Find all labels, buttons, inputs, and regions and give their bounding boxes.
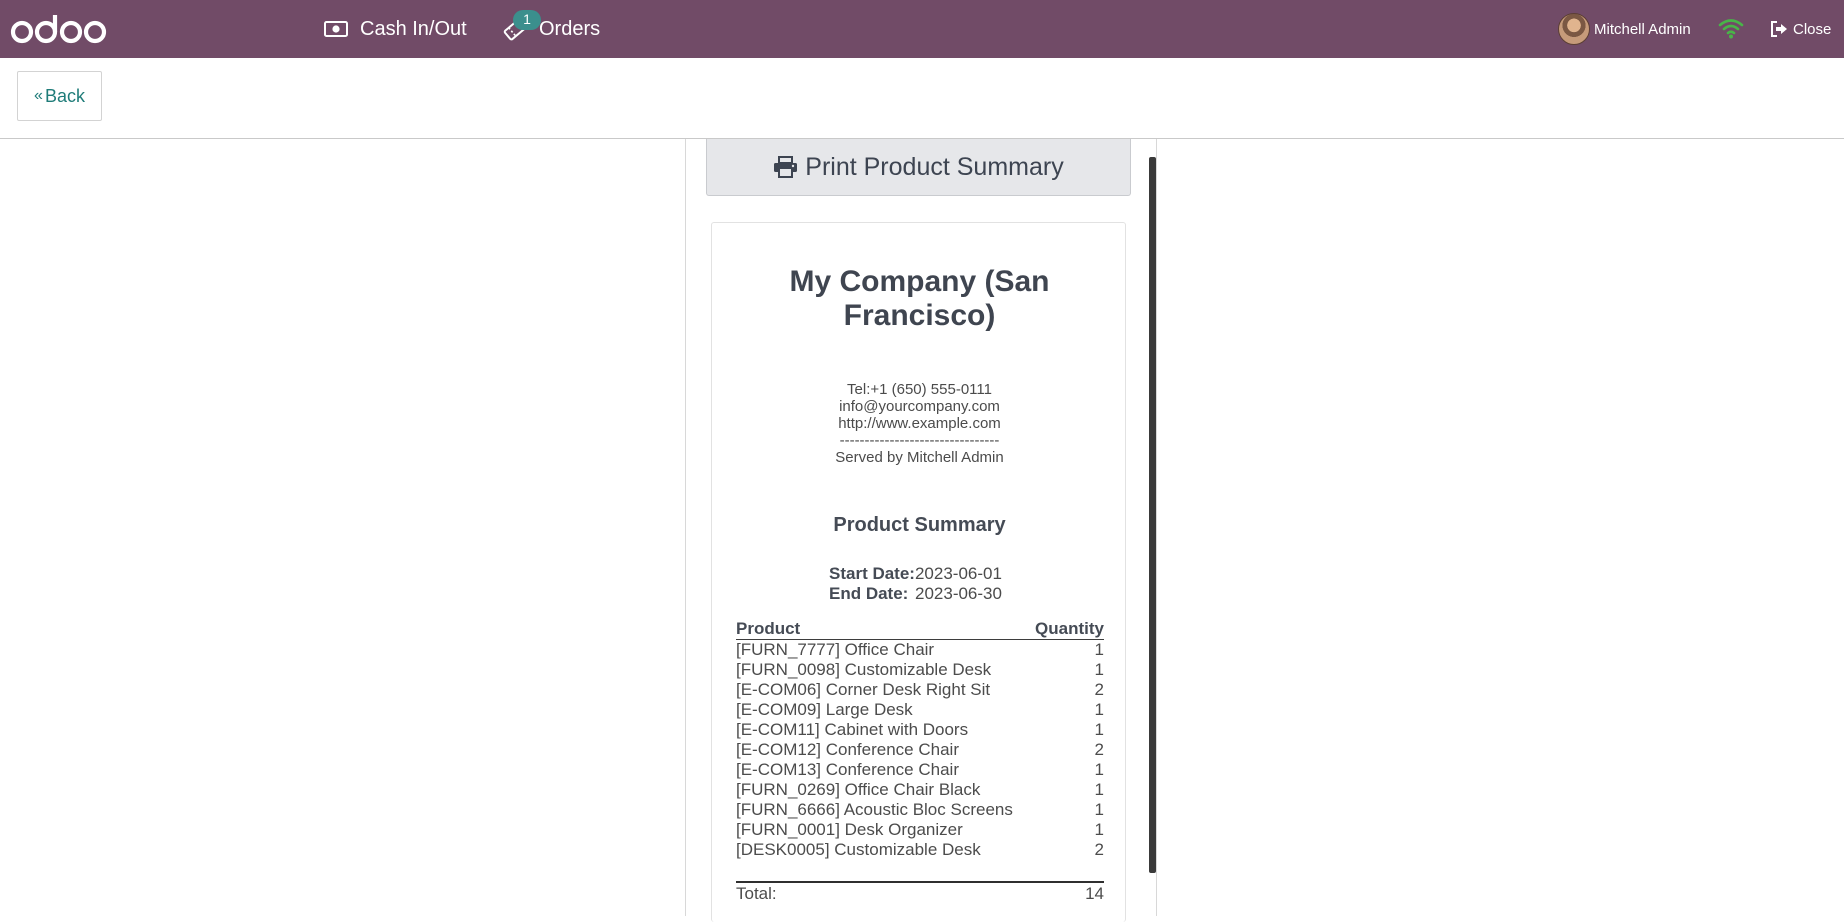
cash-in-out-label: Cash In/Out (360, 17, 467, 40)
company-contact: Tel:+1 (650) 555-0111 info@yourcompany.c… (712, 381, 1127, 466)
product-cell: [E-COM09] Large Desk (736, 700, 913, 719)
total-row: Total: 14 (736, 881, 1104, 904)
table-row: [FURN_6666] Acoustic Bloc Screens 1 (736, 800, 1104, 820)
printer-icon (774, 156, 798, 178)
company-website: http://www.example.com (838, 415, 1001, 432)
column-header-quantity: Quantity (1035, 619, 1104, 638)
wifi-icon (1718, 19, 1744, 39)
print-product-summary-button[interactable]: Print Product Summary (706, 139, 1131, 196)
double-chevron-left-icon: « (34, 87, 43, 104)
table-row: [FURN_7777] Office Chair 1 (736, 640, 1104, 660)
product-cell: [E-COM11] Cabinet with Doors (736, 720, 969, 739)
company-name-line-1: My Company (San (789, 265, 1050, 298)
quantity-cell: 1 (1094, 760, 1104, 779)
company-tel: Tel:+1 (650) 555-0111 (847, 381, 992, 398)
quantity-cell: 1 (1094, 780, 1104, 799)
orders-label: Orders (539, 17, 601, 40)
table-row: [FURN_0001] Desk Organizer 1 (736, 820, 1104, 840)
start-date-value: 2023-06-01 (914, 564, 1002, 583)
end-date-label: End Date: (829, 584, 909, 603)
receipt-paper: My Company (San Francisco) Tel:+1 (650) … (711, 222, 1126, 922)
quantity-cell: 2 (1094, 740, 1104, 759)
product-cell: [FURN_7777] Office Chair (736, 640, 935, 659)
quantity-cell: 1 (1094, 700, 1104, 719)
close-label: Close (1793, 20, 1832, 38)
back-label: Back (44, 85, 85, 106)
orders-count-badge: 1 (513, 10, 541, 30)
cash-icon (324, 21, 348, 37)
table-header: Product Quantity (736, 619, 1104, 640)
table-row: [E-COM12] Conference Chair 2 (736, 740, 1104, 760)
sign-out-icon (1771, 21, 1787, 37)
separator-line: -------------------------------- (839, 432, 1000, 449)
quantity-cell: 2 (1094, 840, 1104, 859)
table-row: [FURN_0098] Customizable Desk 1 (736, 660, 1104, 680)
start-date-row: Start Date:2023-06-01 (829, 564, 1002, 584)
date-range: Start Date:2023-06-01 End Date: 2023-06-3… (829, 564, 1002, 604)
end-date-row: End Date: 2023-06-30 (829, 584, 1002, 604)
product-summary-title: Product Summary (833, 514, 1006, 536)
product-cell: [E-COM13] Conference Chair (736, 760, 959, 779)
avatar (1558, 13, 1590, 45)
close-button[interactable]: Close (1770, 0, 1831, 58)
company-name: My Company (San Francisco) (712, 265, 1127, 333)
back-button[interactable]: « Back (17, 71, 102, 121)
start-date-label: Start Date: (829, 564, 915, 583)
orders-button[interactable]: Orders (503, 0, 600, 58)
product-cell: [E-COM06] Corner Desk Right Sit (736, 680, 991, 699)
table-row: [E-COM06] Corner Desk Right Sit 2 (736, 680, 1104, 700)
product-summary-table: Product Quantity [FURN_7777] Office Chai… (736, 619, 1104, 860)
odoo-logo (10, 15, 107, 44)
product-cell: [DESK0005] Customizable Desk (736, 840, 981, 859)
product-cell: [E-COM12] Conference Chair (736, 740, 959, 759)
user-name: Mitchell Admin (1594, 20, 1691, 38)
product-cell: [FURN_0001] Desk Organizer (736, 820, 963, 839)
quantity-cell: 1 (1094, 800, 1104, 819)
cash-in-out-button[interactable]: Cash In/Out (324, 0, 467, 58)
end-date-value: 2023-06-30 (915, 584, 1002, 603)
quantity-cell: 1 (1094, 640, 1104, 659)
scrollbar[interactable] (1149, 157, 1156, 873)
company-email: info@yourcompany.com (839, 398, 1000, 415)
product-cell: [FURN_0098] Customizable Desk (736, 660, 992, 679)
table-row: [DESK0005] Customizable Desk 2 (736, 840, 1104, 860)
table-row: [E-COM11] Cabinet with Doors 1 (736, 720, 1104, 740)
product-cell: [FURN_0269] Office Chair Black (736, 780, 981, 799)
quantity-cell: 1 (1094, 720, 1104, 739)
product-cell: [FURN_6666] Acoustic Bloc Screens (736, 800, 1013, 819)
company-name-line-2: Francisco) (843, 299, 996, 332)
total-label: Total: (736, 884, 777, 903)
quantity-cell: 2 (1094, 680, 1104, 699)
user-menu[interactable]: Mitchell Admin (1558, 0, 1691, 58)
column-header-product: Product (736, 619, 801, 638)
top-navbar: Cash In/Out Orders 1 Mitchell Admin Clos… (0, 0, 1844, 58)
print-product-summary-label: Print Product Summary (805, 152, 1064, 181)
table-row: [FURN_0269] Office Chair Black 1 (736, 780, 1104, 800)
control-bar: « Back (0, 58, 1844, 139)
total-value: 14 (1085, 884, 1104, 903)
served-by: Served by Mitchell Admin (835, 449, 1004, 466)
table-row: [E-COM13] Conference Chair 1 (736, 760, 1104, 780)
quantity-cell: 1 (1094, 660, 1104, 679)
quantity-cell: 1 (1094, 820, 1104, 839)
table-row: [E-COM09] Large Desk 1 (736, 700, 1104, 720)
